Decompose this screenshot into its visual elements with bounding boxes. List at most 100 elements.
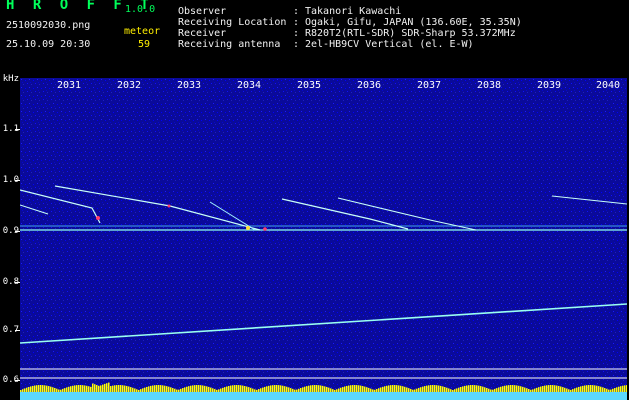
histogram-bar: [400, 385, 402, 392]
time-label-2039: 2039: [536, 80, 562, 91]
histogram-bar: [94, 384, 96, 392]
histogram-bar: [226, 386, 228, 392]
histogram-bar: [210, 387, 212, 392]
histogram-bar: [382, 386, 384, 392]
histogram-bar: [492, 389, 494, 392]
histogram-bar: [198, 385, 200, 392]
histogram-bar: [488, 388, 490, 392]
histogram-bar: [190, 385, 192, 392]
histogram-bar: [412, 389, 414, 392]
histogram-bar: [218, 389, 220, 392]
histogram-bar: [206, 386, 208, 392]
histogram-bar: [224, 387, 226, 392]
histogram-bar: [146, 386, 148, 392]
histogram-bar: [148, 386, 150, 392]
histogram-bar: [472, 385, 474, 392]
histogram-bar: [352, 385, 354, 392]
histogram-bar: [86, 385, 88, 392]
histogram-bar: [402, 386, 404, 392]
app-version: 1.0.0: [125, 4, 156, 15]
histogram-bar: [432, 385, 434, 392]
histogram-bar: [340, 387, 342, 392]
axis-unit-label: kHz: [2, 74, 19, 84]
histogram-bar: [122, 385, 124, 392]
histogram-bar: [598, 386, 600, 392]
histogram-bar: [180, 388, 182, 392]
histogram-bar: [40, 385, 42, 392]
histogram-bar: [588, 385, 590, 392]
histogram-bar: [154, 385, 156, 392]
histogram-bar: [358, 385, 360, 392]
histogram-bar: [66, 387, 68, 392]
histogram-bar: [300, 388, 302, 392]
time-label-2037: 2037: [416, 80, 442, 91]
histogram-bar: [548, 385, 550, 392]
histogram-bar: [374, 389, 376, 392]
histogram-bar: [244, 385, 246, 392]
histogram-bar: [452, 389, 454, 392]
histogram-bar: [384, 386, 386, 392]
histogram-bar: [32, 385, 34, 392]
histogram-bar: [268, 385, 270, 392]
histogram-bar: [92, 383, 94, 392]
y-tick-mark-0.9: [15, 231, 20, 232]
histogram-bar: [234, 385, 236, 392]
histogram-bar: [476, 385, 478, 392]
histogram-bar: [392, 385, 394, 392]
histogram-bar: [162, 385, 164, 392]
signal-hotspot-2: [167, 204, 171, 208]
histogram-bar: [440, 385, 442, 392]
histogram-bar: [516, 385, 518, 392]
histogram-bar: [408, 388, 410, 392]
histogram-bar: [156, 385, 158, 392]
meteor-count: 59: [138, 39, 151, 50]
histogram-bar: [394, 385, 396, 392]
histogram-bar: [272, 385, 274, 392]
histogram-bar: [118, 385, 120, 392]
histogram-bar: [428, 385, 430, 392]
histogram-bar: [106, 383, 108, 392]
histogram-bar: [282, 385, 284, 392]
histogram-bar: [604, 388, 606, 392]
location-colon: :: [293, 17, 300, 28]
histogram-bar: [114, 385, 116, 392]
histogram-bar: [380, 387, 382, 392]
signal-hotspot-3: [246, 226, 250, 230]
time-label-2038: 2038: [476, 80, 502, 91]
histogram-bar: [462, 386, 464, 392]
histogram-bar: [454, 389, 456, 392]
histogram-bar: [200, 385, 202, 392]
histogram-bar: [284, 386, 286, 392]
histogram-bar: [238, 385, 240, 392]
histogram-bar: [578, 386, 580, 392]
histogram-bar: [64, 388, 66, 392]
histogram-bar: [242, 385, 244, 392]
histogram-bar: [184, 387, 186, 392]
histogram-bar: [126, 385, 128, 392]
histogram-bar: [544, 385, 546, 392]
histogram-bar: [520, 386, 522, 392]
time-label-2034: 2034: [236, 80, 262, 91]
histogram-bar: [624, 385, 626, 392]
histogram-bar: [288, 387, 290, 392]
histogram-bar: [586, 385, 588, 392]
histogram-bar: [100, 385, 102, 392]
histogram-bar: [558, 385, 560, 392]
histogram-bar: [262, 387, 264, 392]
histogram-bar: [622, 385, 624, 392]
histogram-bar: [60, 389, 62, 392]
histogram-bar: [246, 386, 248, 392]
histogram-bar: [554, 385, 556, 392]
antenna-label: Receiving antenna: [178, 39, 281, 50]
histogram-bar: [424, 386, 426, 392]
receiver-colon: :: [293, 28, 300, 39]
histogram-bar: [390, 385, 392, 392]
histogram-bar: [594, 385, 596, 392]
histogram-bar: [208, 386, 210, 392]
histogram-bar: [514, 385, 516, 392]
histogram-bar: [414, 389, 416, 392]
histogram-bar: [436, 385, 438, 392]
histogram-bar: [176, 389, 178, 392]
histogram-bar: [36, 385, 38, 392]
histogram-bar: [388, 385, 390, 392]
